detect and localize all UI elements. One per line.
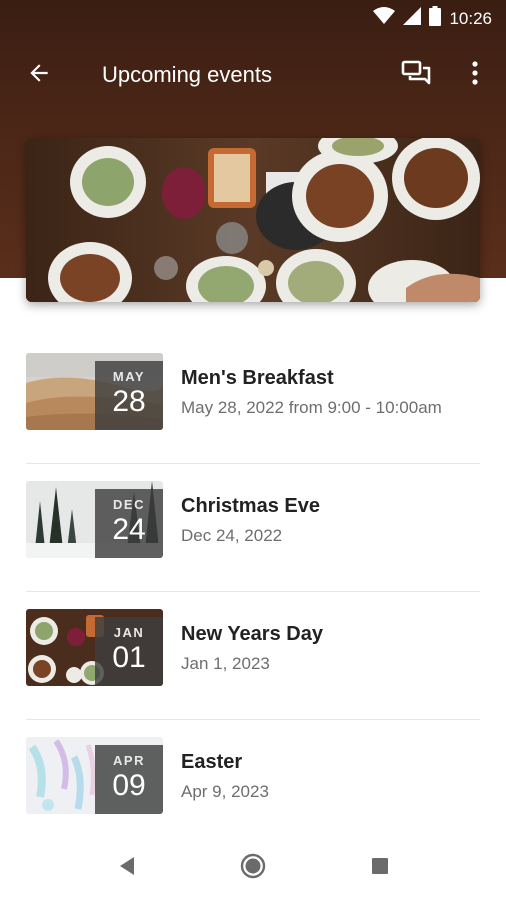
event-thumbnail: JAN 01	[26, 609, 163, 686]
battery-icon	[429, 6, 442, 31]
chat-button[interactable]	[398, 58, 434, 92]
arrow-back-icon	[26, 60, 52, 91]
event-title: Men's Breakfast	[181, 367, 334, 389]
date-day: 24	[112, 513, 146, 546]
wifi-icon	[373, 7, 396, 30]
nav-home-button[interactable]	[238, 853, 268, 883]
event-list: MAY 28 Men's Breakfast May 28, 2022 from…	[0, 336, 506, 848]
event-date: Jan 1, 2023	[181, 654, 270, 673]
chat-icon	[401, 59, 431, 92]
date-month: APR	[113, 753, 145, 768]
more-vert-icon	[472, 60, 478, 90]
date-day: 09	[112, 769, 146, 802]
food-table-illustration	[26, 138, 480, 302]
event-thumbnail: DEC 24	[26, 481, 163, 558]
date-month: JAN	[113, 625, 145, 640]
status-icons: 10:26	[373, 6, 492, 31]
date-badge: MAY 28	[95, 361, 163, 430]
event-thumbnail: MAY 28	[26, 353, 163, 430]
featured-event-image[interactable]	[26, 138, 480, 302]
more-options-button[interactable]	[460, 58, 490, 92]
status-bar: 10:26	[0, 0, 506, 36]
date-month: DEC	[113, 497, 145, 512]
signal-icon	[403, 7, 422, 30]
event-title: New Years Day	[181, 623, 323, 645]
date-badge: JAN 01	[95, 617, 163, 686]
event-thumbnail: APR 09	[26, 737, 163, 814]
clock: 10:26	[449, 8, 492, 28]
date-badge: APR 09	[95, 745, 163, 814]
date-day: 28	[112, 385, 146, 418]
event-item-easter[interactable]: APR 09 Easter Apr 9, 2023	[0, 720, 506, 848]
event-date: May 28, 2022 from 9:00 - 10:00am	[181, 398, 442, 417]
nav-recents-button[interactable]	[365, 853, 395, 883]
home-circle-icon	[240, 853, 266, 884]
nav-back-button[interactable]	[112, 853, 142, 883]
back-button[interactable]	[22, 58, 56, 92]
event-date: Dec 24, 2022	[181, 526, 283, 545]
page-title: Upcoming events	[102, 62, 272, 87]
event-item-new-years-day[interactable]: JAN 01 New Years Day Jan 1, 2023	[0, 592, 506, 720]
date-month: MAY	[112, 369, 146, 384]
event-title: Christmas Eve	[181, 495, 320, 517]
event-title: Easter	[181, 751, 243, 773]
recents-square-icon	[371, 857, 389, 880]
event-item-christmas-eve[interactable]: DEC 24 Christmas Eve Dec 24, 2022	[0, 464, 506, 592]
date-day: 01	[112, 641, 146, 674]
app-toolbar: Upcoming events	[0, 46, 506, 104]
system-navigation-bar	[0, 835, 506, 900]
back-triangle-icon	[118, 856, 136, 881]
event-item-mens-breakfast[interactable]: MAY 28 Men's Breakfast May 28, 2022 from…	[0, 336, 506, 464]
event-date: Apr 9, 2023	[181, 782, 269, 801]
date-badge: DEC 24	[95, 489, 163, 558]
